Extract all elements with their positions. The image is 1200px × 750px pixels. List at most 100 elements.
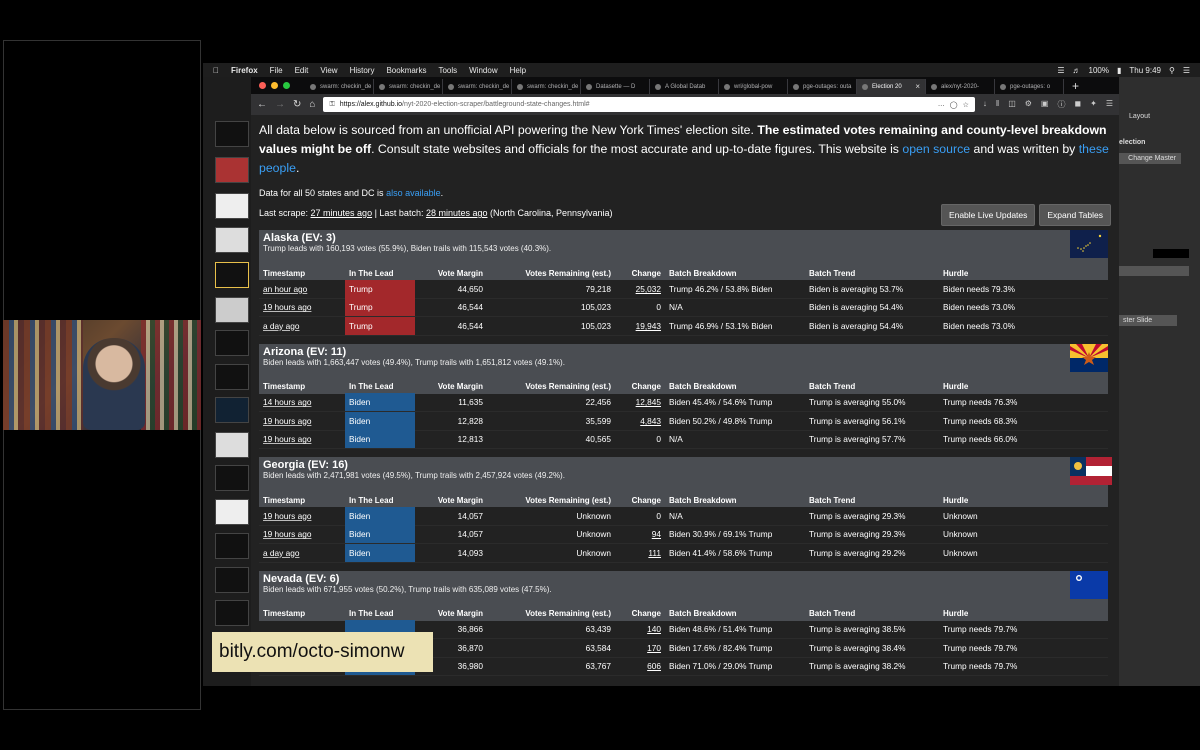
column-header[interactable]: Votes Remaining (est.) bbox=[485, 609, 613, 618]
column-header[interactable]: Vote Margin bbox=[415, 382, 485, 391]
menu-view[interactable]: View bbox=[320, 66, 337, 75]
column-header[interactable]: Change bbox=[613, 269, 663, 278]
column-header[interactable]: In The Lead bbox=[345, 382, 415, 391]
column-header[interactable]: Votes Remaining (est.) bbox=[485, 496, 613, 505]
new-tab-button[interactable]: + bbox=[1064, 79, 1087, 94]
change-value[interactable]: 94 bbox=[652, 529, 661, 539]
column-header[interactable]: Batch Trend bbox=[809, 269, 943, 278]
column-header[interactable]: Batch Breakdown bbox=[663, 609, 809, 618]
slide-thumb[interactable] bbox=[215, 432, 249, 458]
open-source-link[interactable]: open source bbox=[902, 142, 970, 156]
menu-bookmarks[interactable]: Bookmarks bbox=[386, 66, 426, 75]
column-header[interactable]: Timestamp bbox=[259, 269, 345, 278]
column-header[interactable]: Batch Breakdown bbox=[663, 382, 809, 391]
slide-thumb[interactable] bbox=[215, 533, 249, 559]
column-header[interactable]: Timestamp bbox=[259, 496, 345, 505]
column-header[interactable]: Change bbox=[613, 496, 663, 505]
table-row[interactable]: 19 hours ago Biden 14,057 Unknown 0 N/A Trump … bbox=[259, 506, 1108, 526]
menu-history[interactable]: History bbox=[350, 66, 375, 75]
battery-text[interactable]: 100% bbox=[1089, 66, 1109, 75]
tab-0[interactable]: swarm: checkin_de bbox=[305, 79, 374, 94]
column-header[interactable]: Change bbox=[613, 382, 663, 391]
volume-icon[interactable]: ♬ bbox=[1073, 66, 1081, 75]
change-master-button[interactable]: Change Master bbox=[1119, 153, 1181, 164]
slide-thumb[interactable] bbox=[215, 121, 249, 147]
tab-4[interactable]: Datasette — D bbox=[581, 79, 650, 94]
bookmark-star-icon[interactable]: ☆ bbox=[963, 101, 969, 109]
column-header[interactable]: Hurdle bbox=[943, 269, 1103, 278]
color-well[interactable] bbox=[1153, 249, 1189, 258]
tab-9[interactable]: alex/nyt-2020- bbox=[926, 79, 995, 94]
column-header[interactable]: Hurdle bbox=[943, 609, 1103, 618]
change-value[interactable]: 4,843 bbox=[640, 416, 661, 426]
menu-list-icon[interactable]: ☰ bbox=[1183, 66, 1190, 75]
change-value[interactable]: 140 bbox=[647, 624, 661, 634]
column-header[interactable]: In The Lead bbox=[345, 269, 415, 278]
slide-thumb[interactable] bbox=[215, 465, 249, 491]
tab-10[interactable]: pge-outages: o bbox=[995, 79, 1064, 94]
page-actions-icon[interactable]: … bbox=[938, 101, 945, 108]
slide-thumb[interactable] bbox=[215, 227, 249, 253]
tab-3[interactable]: swarm: checkin_de bbox=[512, 79, 581, 94]
slide-thumb[interactable] bbox=[215, 567, 249, 593]
sidebar-icon[interactable]: ◫ bbox=[1008, 99, 1016, 110]
tab-8[interactable]: Election 20 × bbox=[857, 79, 926, 94]
column-header[interactable]: Change bbox=[613, 609, 663, 618]
download-icon[interactable]: ↓ bbox=[983, 99, 987, 110]
also-available-link[interactable]: also available bbox=[386, 188, 441, 198]
change-value[interactable]: 19,943 bbox=[636, 321, 661, 331]
reload-icon[interactable]: ↻ bbox=[293, 99, 301, 110]
slide-thumb[interactable] bbox=[215, 330, 249, 356]
column-header[interactable]: Batch Trend bbox=[809, 496, 943, 505]
slide-thumb[interactable] bbox=[215, 600, 249, 626]
slide-thumb[interactable] bbox=[215, 499, 249, 525]
enable-live-updates-button[interactable]: Enable Live Updates bbox=[940, 204, 1036, 226]
library-icon[interactable]: ‖ bbox=[996, 99, 999, 110]
minimize-window-button[interactable] bbox=[271, 82, 278, 89]
extension-icon[interactable]: ⚙ bbox=[1025, 99, 1032, 110]
column-header[interactable]: In The Lead bbox=[345, 609, 415, 618]
zoom-window-button[interactable] bbox=[283, 82, 290, 89]
column-header[interactable]: Timestamp bbox=[259, 382, 345, 391]
apple-icon[interactable]:  bbox=[213, 66, 219, 75]
table-row[interactable]: a day ago Biden 14,093 Unknown 111 Biden 41.4… bbox=[259, 543, 1108, 563]
column-header[interactable]: Timestamp bbox=[259, 609, 345, 618]
close-tab-icon[interactable]: × bbox=[915, 82, 920, 91]
table-row[interactable]: 19 hours ago Biden 12,828 35,599 4,843 Biden … bbox=[259, 411, 1108, 431]
timestamp-cell[interactable]: an hour ago bbox=[259, 284, 345, 294]
column-header[interactable]: In The Lead bbox=[345, 496, 415, 505]
inspector-select[interactable] bbox=[1119, 266, 1189, 276]
close-window-button[interactable] bbox=[259, 82, 266, 89]
pocket-icon[interactable]: ◯ bbox=[950, 101, 958, 109]
column-header[interactable]: Votes Remaining (est.) bbox=[485, 382, 613, 391]
tab-1[interactable]: swarm: checkin_de bbox=[374, 79, 443, 94]
table-row[interactable]: 14 hours ago Biden 11,635 22,456 12,845 Biden… bbox=[259, 393, 1108, 412]
change-value[interactable]: 12,845 bbox=[636, 397, 661, 407]
column-header[interactable]: Hurdle bbox=[943, 496, 1103, 505]
hamburger-menu-icon[interactable]: ☰ bbox=[1106, 99, 1113, 110]
column-header[interactable]: Hurdle bbox=[943, 382, 1103, 391]
table-row[interactable]: a day ago Trump 46,544 105,023 19,943 Trump 4… bbox=[259, 316, 1108, 336]
slide-thumb[interactable] bbox=[215, 397, 249, 423]
change-value[interactable]: 606 bbox=[647, 661, 661, 671]
container-icon[interactable]: ◼ bbox=[1074, 99, 1081, 110]
column-header[interactable]: Batch Trend bbox=[809, 382, 943, 391]
column-header[interactable]: Batch Trend bbox=[809, 609, 943, 618]
menu-help[interactable]: Help bbox=[510, 66, 526, 75]
change-value[interactable]: 25,032 bbox=[636, 284, 661, 294]
column-header[interactable]: Vote Margin bbox=[415, 496, 485, 505]
slide-thumb[interactable] bbox=[215, 297, 249, 323]
slide-thumb-selected[interactable] bbox=[215, 262, 249, 288]
screenshot-icon[interactable]: ▣ bbox=[1041, 99, 1049, 110]
tab-7[interactable]: pge-outages: outa bbox=[788, 79, 857, 94]
menu-file[interactable]: File bbox=[270, 66, 283, 75]
timestamp-cell[interactable]: 19 hours ago bbox=[259, 529, 345, 539]
home-icon[interactable]: ⌂ bbox=[309, 99, 315, 110]
clock[interactable]: Thu 9:49 bbox=[1129, 66, 1161, 75]
wifi-icon[interactable]: ☰ bbox=[1057, 66, 1064, 75]
timestamp-cell[interactable]: 14 hours ago bbox=[259, 397, 345, 407]
column-header[interactable]: Batch Breakdown bbox=[663, 269, 809, 278]
column-header[interactable]: Votes Remaining (est.) bbox=[485, 269, 613, 278]
menu-app[interactable]: Firefox bbox=[231, 66, 258, 75]
menu-edit[interactable]: Edit bbox=[295, 66, 309, 75]
